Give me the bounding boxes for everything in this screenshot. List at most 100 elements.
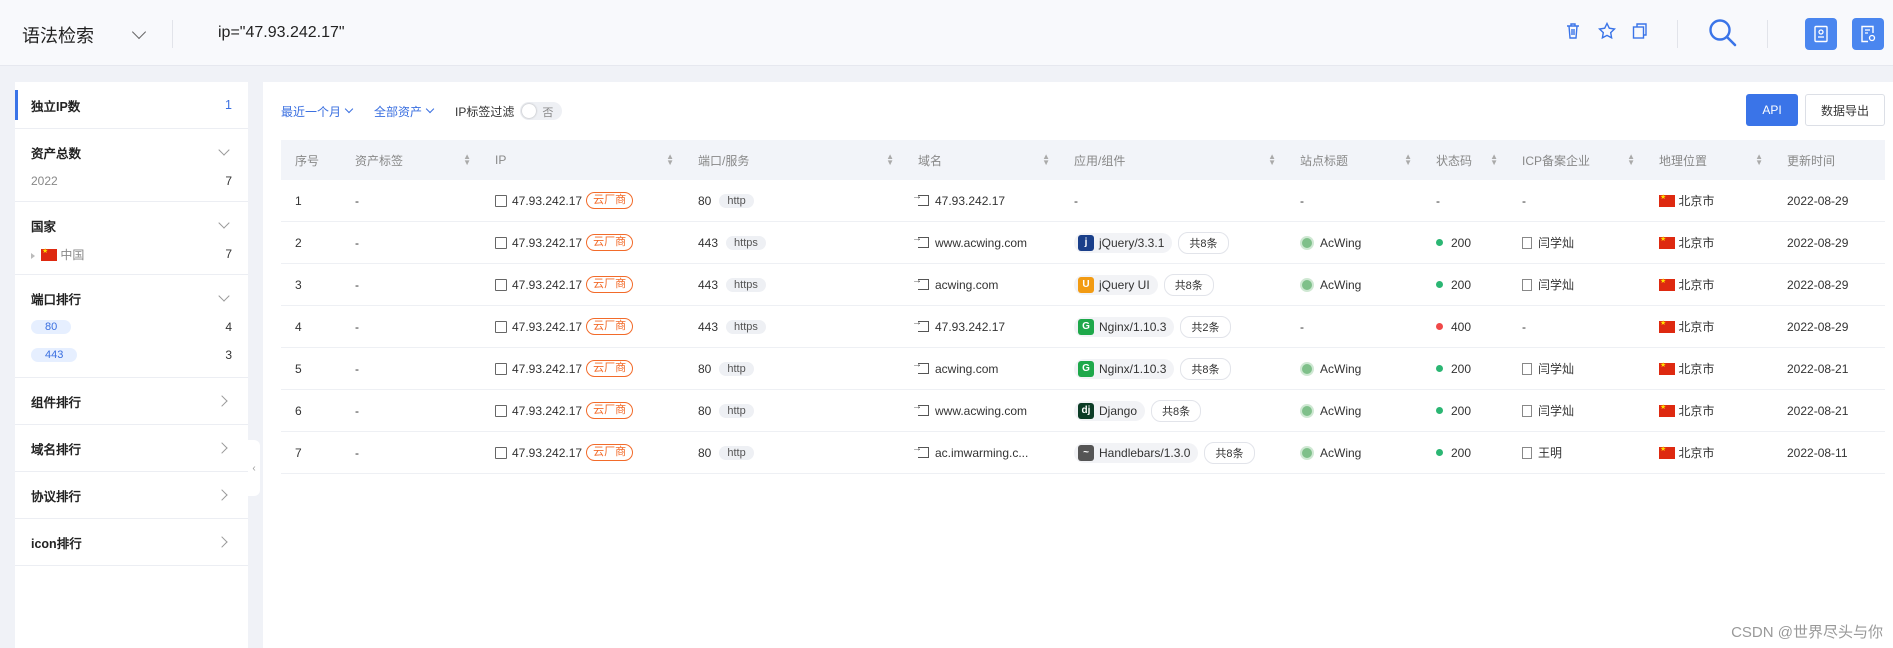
ip-link[interactable]: 47.93.242.17 [512,320,582,334]
trash-icon[interactable] [1565,22,1581,44]
component-tag[interactable]: UjQuery UI [1074,274,1158,295]
icp-company[interactable]: 闫学灿 [1538,234,1574,251]
sort-icon[interactable]: ▲ ▼ [1404,153,1412,167]
domain-link[interactable]: 47.93.242.17 [935,320,1005,334]
component-tag[interactable]: dj Django [1074,400,1146,421]
header-col-asset-tag[interactable]: 资产标签 ▲ ▼ [341,140,481,180]
unique-ip-section[interactable]: 独立IP数 1 [15,82,248,129]
external-link-icon[interactable] [912,443,929,458]
domain-link[interactable]: www.acwing.com [935,404,1027,418]
time-range-filter[interactable]: 最近一个月 [281,103,354,120]
domain-link[interactable]: acwing.com [935,362,998,376]
header-col-domain[interactable]: 域名 ▲ ▼ [904,140,1060,180]
external-link-icon[interactable] [912,317,929,332]
domain-link[interactable]: ac.imwarming.c... [935,446,1028,460]
report-button[interactable] [1852,18,1884,50]
sort-icon[interactable]: ▲ ▼ [1755,153,1763,167]
header-col-port-service[interactable]: 端口/服务 ▲ ▼ [684,140,904,180]
more-components-badge[interactable]: 共8条 [1180,357,1231,380]
service-badge[interactable]: https [726,319,766,334]
port-value[interactable]: 443 [698,278,718,292]
user-doc-button[interactable] [1805,18,1837,50]
ip-detail-icon[interactable] [495,194,507,207]
port-value[interactable]: 80 [698,446,711,460]
api-button[interactable]: API [1746,94,1798,126]
header-col-location[interactable]: 地理位置 ▲ ▼ [1645,140,1773,180]
sort-icon[interactable]: ▲ ▼ [1042,153,1050,167]
external-link-icon[interactable] [912,233,929,248]
port-value[interactable]: 80 [698,404,711,418]
domain-link[interactable]: www.acwing.com [935,236,1027,250]
search-icon[interactable] [1708,18,1738,48]
service-badge[interactable]: http [719,193,754,208]
search-mode-select[interactable]: 语法检索 [22,22,147,48]
expand-triangle-icon[interactable] [31,252,35,259]
component-tag[interactable]: ~ Handlebars/1.3.0 [1074,442,1199,463]
service-badge[interactable]: http [719,445,754,460]
ip-link[interactable]: 47.93.242.17 [512,278,582,292]
country-item[interactable]: 中国 7 [31,240,232,268]
ip-link[interactable]: 47.93.242.17 [512,236,582,250]
icp-company[interactable]: 王明 [1538,444,1562,461]
port-item[interactable]: 443 3 [31,341,232,369]
query-input[interactable] [218,24,1118,42]
component-tag[interactable]: G Nginx/1.10.3 [1074,316,1175,337]
port-value[interactable]: 443 [698,320,718,334]
header-col-ip[interactable]: IP ▲ ▼ [481,140,684,180]
more-components-badge[interactable]: 共8条 [1178,231,1229,254]
domain-link[interactable]: 47.93.242.17 [935,194,1005,208]
domain-link[interactable]: acwing.com [935,278,998,292]
sort-icon[interactable]: ▲ ▼ [1268,153,1276,167]
ip-detail-icon[interactable] [495,404,507,417]
component-tag[interactable]: j jQuery/3.3.1 [1074,232,1173,253]
site-title[interactable]: AcWing [1320,236,1361,250]
icp-company[interactable]: 闫学灿 [1538,360,1574,377]
port-value[interactable]: 80 [698,362,711,376]
external-link-icon[interactable] [912,275,929,290]
site-title[interactable]: AcWing [1320,278,1361,292]
header-col-status[interactable]: 状态码 ▲ ▼ [1422,140,1508,180]
sort-icon[interactable]: ▲ ▼ [1627,153,1635,167]
icp-company[interactable]: 闫学灿 [1538,402,1574,419]
collapse-sidebar-button[interactable]: ‹ [248,440,260,496]
export-button[interactable]: 数据导出 [1805,94,1885,126]
copy-icon[interactable] [1632,22,1648,44]
header-col-icp[interactable]: ICP备案企业 ▲ ▼ [1508,140,1645,180]
more-components-badge[interactable]: 共8条 [1163,273,1214,296]
service-badge[interactable]: https [726,235,766,250]
icp-company[interactable]: 闫学灿 [1538,276,1574,293]
port-value[interactable]: 443 [698,236,718,250]
ip-detail-icon[interactable] [495,320,507,333]
ip-tag-filter-toggle[interactable]: 否 [520,102,563,120]
site-title[interactable]: AcWing [1320,446,1361,460]
service-badge[interactable]: http [719,403,754,418]
external-link-icon[interactable] [912,401,929,416]
ip-link[interactable]: 47.93.242.17 [512,194,582,208]
domain-rank-section[interactable]: 域名排行 [15,425,248,472]
port-value[interactable]: 80 [698,194,711,208]
site-title[interactable]: AcWing [1320,362,1361,376]
service-badge[interactable]: https [726,277,766,292]
component-rank-section[interactable]: 组件排行 [15,378,248,425]
protocol-rank-section[interactable]: 协议排行 [15,472,248,519]
header-col-site-title[interactable]: 站点标题 ▲ ▼ [1286,140,1422,180]
port-item[interactable]: 80 4 [31,313,232,341]
ip-link[interactable]: 47.93.242.17 [512,362,582,376]
more-components-badge[interactable]: 共8条 [1204,441,1255,464]
ip-detail-icon[interactable] [495,236,507,249]
component-tag[interactable]: G Nginx/1.10.3 [1074,358,1175,379]
ip-link[interactable]: 47.93.242.17 [512,446,582,460]
external-link-icon[interactable] [912,359,929,374]
asset-filter[interactable]: 全部资产 [374,103,435,120]
ip-detail-icon[interactable] [495,362,507,375]
more-components-badge[interactable]: 共2条 [1180,315,1231,338]
ip-link[interactable]: 47.93.242.17 [512,404,582,418]
service-badge[interactable]: http [719,361,754,376]
header-col-component[interactable]: 应用/组件 ▲ ▼ [1060,140,1286,180]
site-title[interactable]: AcWing [1320,404,1361,418]
ip-detail-icon[interactable] [495,446,507,459]
year-item[interactable]: 2022 7 [31,167,232,195]
sort-icon[interactable]: ▲ ▼ [886,153,894,167]
icon-rank-section[interactable]: icon排行 [15,519,248,566]
external-link-icon[interactable] [912,191,929,206]
